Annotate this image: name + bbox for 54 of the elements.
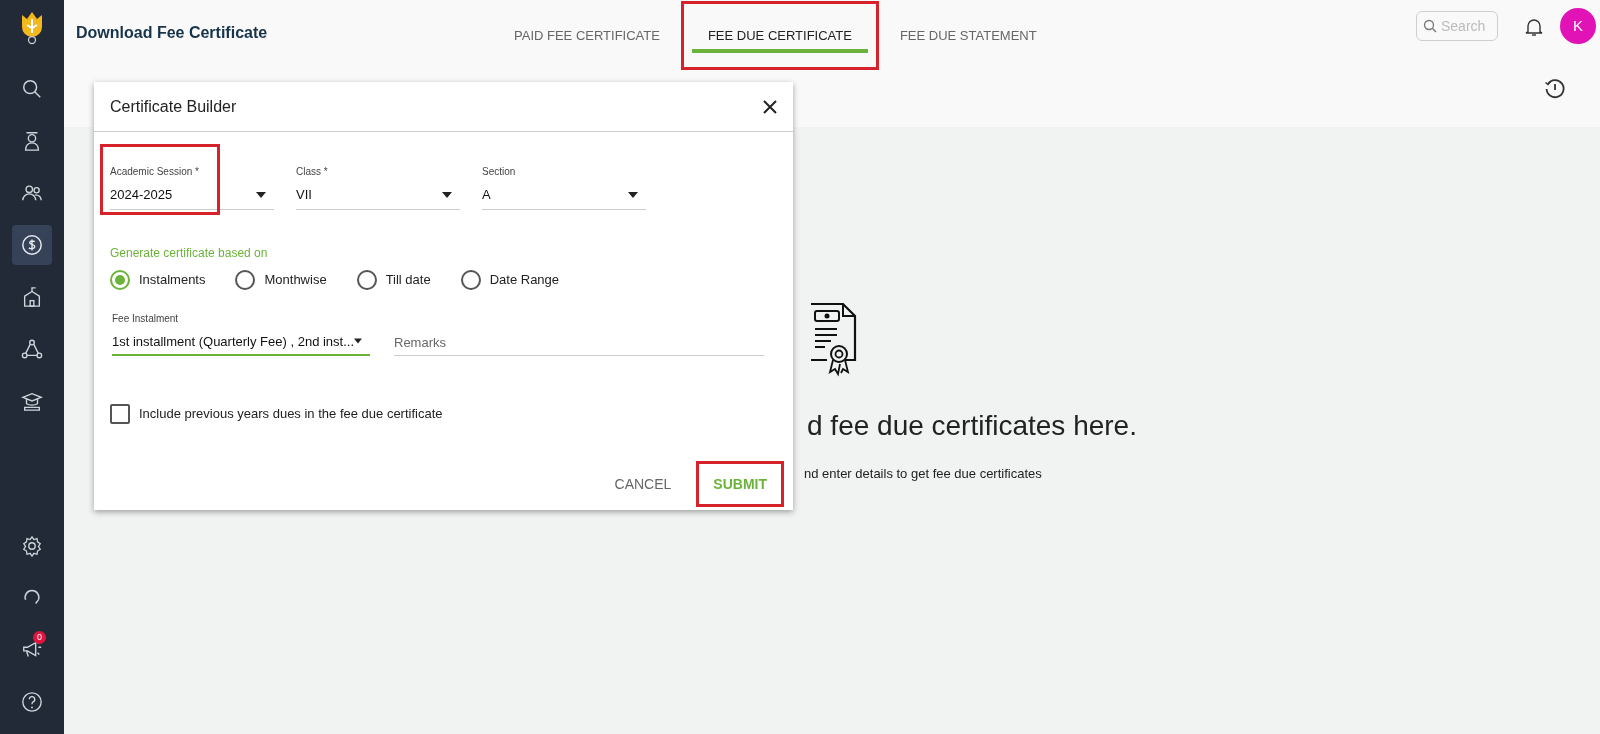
network-icon [21, 338, 43, 360]
section-label: Generate certificate based on [110, 244, 269, 262]
logo-icon [20, 10, 44, 45]
tab[interactable]: FEE DUE STATEMENT [875, 4, 1061, 67]
graduation-cap-icon [21, 390, 43, 412]
tab[interactable]: PAID FEE CERTIFICATE [490, 4, 684, 67]
empty-state-text: nd enter details to get fee due certificates [804, 465, 1042, 483]
radio-button[interactable] [110, 269, 130, 290]
fee-instalment-select[interactable]: Fee Instalment 1st installment (Quarterly Fee) , 2nd inst... [112, 310, 370, 356]
field-label: Fee Instalment [112, 311, 180, 326]
caret-icon [256, 191, 266, 198]
search-icon [1423, 19, 1437, 33]
radio-button[interactable] [460, 269, 481, 290]
bell-icon[interactable] [1525, 17, 1543, 37]
field-value: 1st installment (Quarterly Fee) , 2nd inst... [112, 332, 355, 351]
checkbox-label: Include previous years dues in the fee due certificate [139, 405, 443, 424]
field-label: Academic Session * [110, 165, 200, 179]
radio-button[interactable] [235, 269, 256, 290]
dropdown-field[interactable]: Section A [482, 164, 646, 210]
user-avatar[interactable]: K [1560, 8, 1596, 44]
field-label: Section [482, 165, 517, 179]
caret-icon [628, 191, 638, 198]
field-value: A [482, 186, 491, 204]
dropdown-field[interactable]: Class * VII [296, 164, 460, 210]
close-icon[interactable] [763, 99, 777, 114]
field-value: 2024-2025 [110, 186, 173, 204]
search-field[interactable]: Search [1416, 11, 1498, 41]
caret-icon [442, 191, 452, 198]
radio-button[interactable] [356, 269, 377, 290]
field-value: VII [296, 186, 312, 204]
settings-icon [21, 535, 43, 557]
dialog-title: Certificate Builder [110, 96, 238, 117]
dollar-icon [21, 234, 43, 256]
page-title: Download Fee Certificate [76, 23, 269, 43]
caret-icon [354, 338, 362, 345]
sidebar-item[interactable]: 0 [12, 630, 52, 670]
radio-label: Date Range [489, 270, 560, 289]
remarks-field[interactable]: Remarks [394, 332, 764, 356]
sidebar-item[interactable] [12, 225, 52, 265]
help-icon [21, 691, 43, 713]
dropdown-field[interactable]: Academic Session * 2024-2025 [110, 164, 274, 210]
tab[interactable]: FEE DUE CERTIFICATE [683, 4, 876, 67]
checkbox[interactable] [110, 404, 130, 424]
notification-badge: 0 [33, 631, 46, 644]
radio-label: Till date [385, 270, 431, 289]
field-label: Class * [296, 165, 329, 179]
school-icon [21, 286, 43, 308]
radio-label: Monthwise [264, 270, 327, 289]
cancel-button[interactable]: CANCEL [600, 464, 686, 504]
radio-label: Instalments [139, 270, 206, 289]
empty-state-heading: d fee due certificates here. [807, 409, 1137, 443]
history-icon[interactable] [1544, 78, 1566, 100]
certificate-icon [809, 302, 859, 378]
search-icon [21, 78, 43, 100]
